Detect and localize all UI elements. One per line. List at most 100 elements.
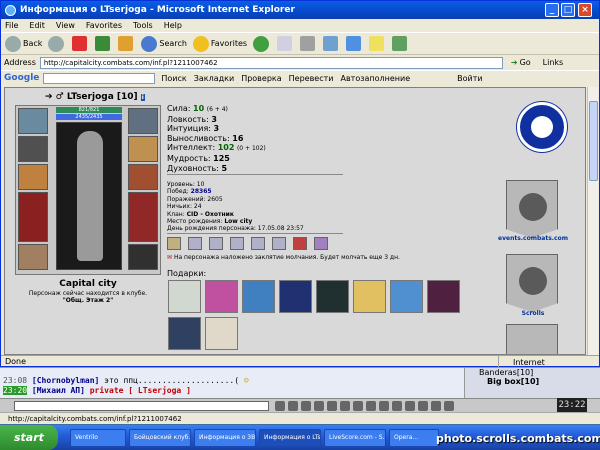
slot-earrings[interactable]: [128, 108, 158, 134]
close-button[interactable]: ×: [578, 3, 592, 17]
toolbar-icon[interactable]: [288, 400, 298, 411]
slot-weapon[interactable]: [18, 164, 48, 190]
gift-key-icon[interactable]: [353, 280, 386, 313]
slot-rings[interactable]: [128, 136, 158, 162]
google-bookmarks-button[interactable]: Закладки: [194, 74, 234, 83]
toolbar-icon[interactable]: [340, 400, 350, 411]
toolbar-icon[interactable]: [405, 400, 415, 411]
google-toolbar: Google Поиск Закладки Проверка Перевести…: [1, 70, 599, 85]
scrolls-banner-icon[interactable]: [506, 254, 558, 312]
banner-icon[interactable]: [506, 324, 558, 354]
slot-helmet[interactable]: [18, 108, 48, 134]
gift-card-icon[interactable]: [168, 317, 201, 350]
notes-icon: [369, 36, 385, 51]
gift-flower-icon[interactable]: [205, 280, 238, 313]
taskbar-item[interactable]: Бойцовский клуб...: [129, 428, 191, 447]
toolbar-icon[interactable]: [327, 400, 337, 411]
favorites-button[interactable]: Favorites: [192, 35, 247, 52]
medal-icon[interactable]: [272, 237, 286, 250]
taskbar-item[interactable]: Информация о 3В...: [194, 428, 256, 447]
search-button[interactable]: Search: [141, 35, 187, 52]
stat-row: Интеллект: 102 (0 + 102): [167, 143, 266, 153]
menu-tools[interactable]: Tools: [133, 21, 153, 30]
search-icon: [141, 35, 158, 52]
toolbar-icon[interactable]: [314, 400, 324, 411]
menu-favorites[interactable]: Favorites: [86, 21, 122, 30]
forward-button[interactable]: [48, 35, 66, 52]
clan-link[interactable]: CID - Охотник: [187, 211, 234, 218]
toolbar-icon[interactable]: [418, 400, 428, 411]
home-button[interactable]: [118, 36, 135, 51]
google-search-input[interactable]: [43, 72, 156, 84]
links-button[interactable]: Links: [543, 58, 564, 67]
google-search-button[interactable]: Поиск: [161, 74, 186, 83]
scrolls-link[interactable]: Scrolls: [505, 310, 561, 317]
maximize-button[interactable]: □: [561, 3, 575, 17]
menu-edit[interactable]: Edit: [29, 21, 45, 30]
google-translate-button[interactable]: Перевести: [289, 74, 334, 83]
medal-icon[interactable]: [188, 237, 202, 250]
start-button[interactable]: start: [0, 425, 58, 450]
back-button[interactable]: Back: [5, 35, 42, 52]
refresh-button[interactable]: [95, 36, 112, 51]
events-link[interactable]: events.combats.com: [495, 235, 571, 242]
toolbar-icon[interactable]: [275, 400, 285, 411]
clan-emblem-icon[interactable]: [517, 102, 567, 152]
research-button[interactable]: [392, 36, 409, 51]
medal-icon[interactable]: [167, 237, 181, 250]
toolbar-icon[interactable]: [301, 400, 311, 411]
address-input[interactable]: http://capitalcity.combats.com/inf.pl?12…: [39, 56, 503, 69]
slot-boots[interactable]: [128, 244, 158, 270]
gift-book-icon[interactable]: [427, 280, 460, 313]
medal-icon[interactable]: [230, 237, 244, 250]
slot-bracers[interactable]: [18, 136, 48, 162]
menu-view[interactable]: View: [56, 21, 75, 30]
medal-icon[interactable]: [293, 237, 307, 250]
menu-help[interactable]: Help: [164, 21, 182, 30]
toolbar-icon[interactable]: [444, 400, 454, 411]
mail-button[interactable]: [277, 36, 294, 51]
stop-button[interactable]: [72, 36, 89, 51]
minimize-button[interactable]: _: [545, 3, 559, 17]
toolbar-icon[interactable]: [392, 400, 402, 411]
google-check-button[interactable]: Проверка: [241, 74, 281, 83]
gift-book-icon[interactable]: [316, 280, 349, 313]
go-button[interactable]: Go: [520, 58, 531, 67]
scrollbar-thumb[interactable]: [589, 101, 598, 181]
google-login-button[interactable]: Войти: [457, 74, 482, 83]
messenger-button[interactable]: [346, 36, 363, 51]
gift-book-icon[interactable]: [279, 280, 312, 313]
online-user[interactable]: Banderas[10]: [465, 368, 600, 377]
print-button[interactable]: [300, 36, 317, 51]
taskbar-item[interactable]: Opera...: [389, 428, 439, 447]
menu-file[interactable]: File: [5, 21, 18, 30]
slot-shield[interactable]: [128, 192, 158, 242]
notes-button[interactable]: [369, 36, 386, 51]
medal-icon[interactable]: [314, 237, 328, 250]
gift-crystal-icon[interactable]: [242, 280, 275, 313]
medal-icon[interactable]: [209, 237, 223, 250]
medal-icon[interactable]: [251, 237, 265, 250]
slot-armor[interactable]: [18, 192, 48, 242]
online-user[interactable]: Big box[10]: [465, 377, 600, 386]
google-autofill-button[interactable]: Автозаполнение: [340, 74, 410, 83]
edit-button[interactable]: [323, 36, 340, 51]
gift-bag-icon[interactable]: [390, 280, 423, 313]
events-banner-icon[interactable]: [506, 180, 558, 238]
toolbar-icon[interactable]: [353, 400, 363, 411]
toolbar-icon[interactable]: [431, 400, 441, 411]
toolbar-icon[interactable]: [366, 400, 376, 411]
toolbar-icon[interactable]: [379, 400, 389, 411]
taskbar-item[interactable]: Информация о LTs...: [259, 428, 321, 447]
taskbar-item[interactable]: Ventrilo: [70, 428, 126, 447]
gift-letter-icon[interactable]: [205, 317, 238, 350]
vertical-scrollbar[interactable]: [587, 87, 598, 355]
taskbar-item[interactable]: LiveScore.com - S...: [324, 428, 386, 447]
gift-flowers-icon[interactable]: [168, 280, 201, 313]
info-icon[interactable]: i: [140, 94, 145, 101]
slot-gloves[interactable]: [128, 164, 158, 190]
history-button[interactable]: [253, 35, 271, 52]
chat-input[interactable]: [14, 400, 269, 411]
character-name[interactable]: ➔ ♂ LTserjoga [10] i: [45, 92, 145, 102]
slot-belt[interactable]: [18, 244, 48, 270]
